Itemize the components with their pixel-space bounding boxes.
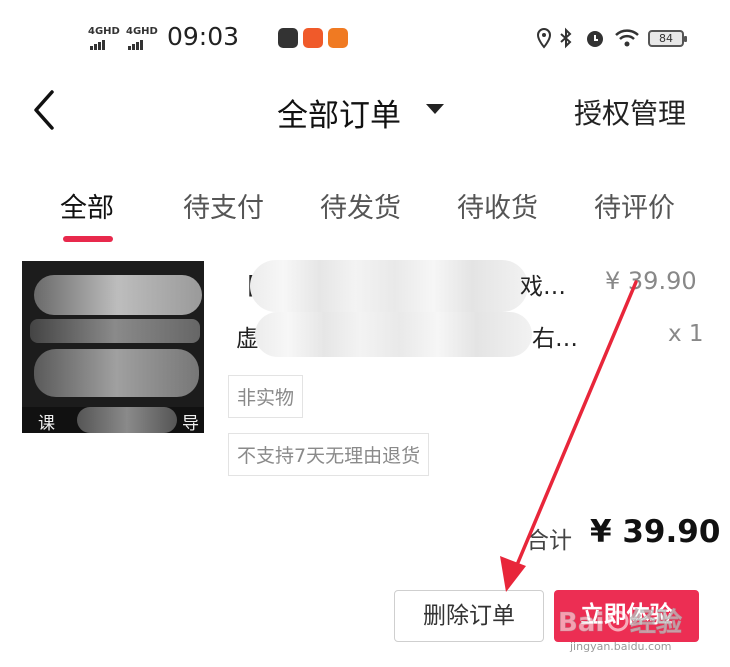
thumbnail-caption: 课 导 [22, 407, 204, 433]
thumbnail-blur-top [34, 275, 202, 315]
product-title-end: 戏… [520, 274, 566, 300]
tag-no-7-day-return: 不支持7天无理由退货 [228, 433, 430, 476]
tab-pending-review[interactable]: 待评价 [594, 186, 675, 225]
product-quantity: x 1 [668, 321, 704, 347]
thumbnail-caption-blur [77, 407, 177, 433]
delete-order-button[interactable]: 删除订单 [394, 590, 544, 642]
bluetooth-icon [560, 27, 572, 49]
signal-bars-icon [90, 39, 106, 50]
thumbnail-caption-right: 导 [182, 414, 199, 433]
watermark-url: jingyan.baidu.com [570, 640, 672, 653]
product-sku-end: 右… [532, 326, 578, 352]
page-title[interactable]: 全部订单 [277, 90, 401, 135]
tab-pending-shipment[interactable]: 待发货 [320, 186, 401, 225]
product-title-mask [250, 260, 528, 312]
svg-text:Bai: Bai [558, 608, 604, 638]
nav-bar: 全部订单 授权管理 [0, 80, 730, 140]
svg-text:经验: 经验 [630, 607, 682, 638]
kuaishou-lite-app-icon [328, 28, 348, 48]
location-icon [536, 27, 552, 49]
status-bar: 4GHD 4GHD 09:03 84 [0, 0, 730, 80]
youku-app-icon [278, 28, 298, 48]
tab-pending-payment[interactable]: 待支付 [183, 186, 264, 225]
auth-management-link[interactable]: 授权管理 [574, 92, 686, 132]
tab-pending-receipt[interactable]: 待收货 [457, 186, 538, 225]
thumbnail-blur-middle [30, 319, 200, 343]
tab-active-indicator [63, 236, 113, 242]
wifi-icon [615, 29, 639, 47]
product-thumbnail[interactable]: 课 导 [22, 261, 204, 433]
signal-2-label: 4GHD [126, 26, 158, 37]
status-time: 09:03 [167, 22, 240, 51]
product-sku-mask [255, 312, 532, 357]
kuaishou-app-icon [303, 28, 323, 48]
order-tabs: 全部 待支付 待发货 待收货 待评价 [0, 180, 730, 250]
alarm-icon [587, 31, 603, 47]
thumbnail-blur-bottom [34, 349, 199, 397]
tag-virtual-product: 非实物 [228, 375, 304, 418]
total-value: ¥ 39.90 [590, 514, 721, 550]
thumbnail-caption-left: 课 [38, 414, 55, 433]
signal-1: 4GHD [88, 26, 120, 50]
product-price: ¥ 39.90 [605, 267, 697, 295]
chevron-down-icon[interactable] [426, 104, 444, 114]
signal-bars-icon [128, 39, 144, 50]
total-label: 合计 [526, 528, 572, 554]
signal-1-label: 4GHD [88, 26, 120, 37]
signal-2: 4GHD [126, 26, 158, 50]
back-button[interactable] [30, 88, 60, 132]
battery-icon: 84 [648, 30, 687, 47]
tab-all[interactable]: 全部 [60, 186, 114, 225]
